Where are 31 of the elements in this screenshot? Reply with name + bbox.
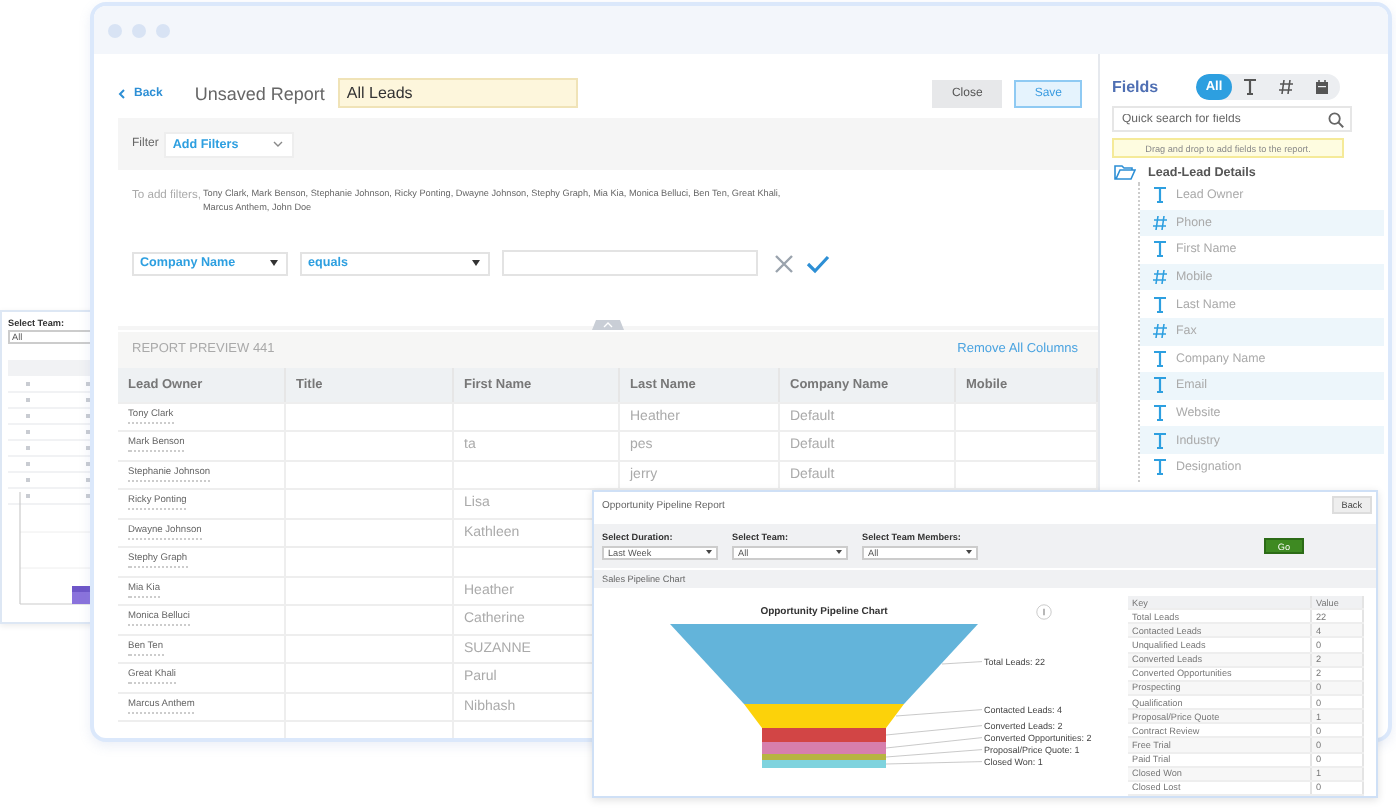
leader-line bbox=[941, 661, 983, 665]
folder-icon[interactable] bbox=[1114, 164, 1136, 180]
chevron-left-icon[interactable] bbox=[118, 87, 126, 99]
hash-icon bbox=[1278, 77, 1294, 95]
hash-icon bbox=[1152, 213, 1168, 232]
report-name-field[interactable]: All Leads bbox=[338, 78, 579, 108]
text-type-icon bbox=[1242, 77, 1258, 95]
text-type-icon bbox=[1152, 376, 1168, 395]
caret-icon bbox=[836, 550, 842, 555]
text-type-icon bbox=[1152, 431, 1168, 450]
leader-line bbox=[895, 709, 983, 717]
hash-icon bbox=[1152, 322, 1168, 341]
hash-icon bbox=[1152, 268, 1168, 287]
text-type-icon bbox=[1152, 240, 1168, 259]
caret-icon bbox=[706, 550, 712, 555]
text-type-icon bbox=[1152, 186, 1168, 205]
caret-icon bbox=[966, 550, 972, 555]
leader-line bbox=[885, 761, 983, 765]
value-field[interactable] bbox=[502, 250, 758, 276]
fields-title: Fields bbox=[1112, 77, 1159, 95]
text-type-icon bbox=[1152, 295, 1168, 314]
close-icon[interactable] bbox=[774, 253, 794, 273]
text-type-icon bbox=[1152, 404, 1168, 423]
text-type-icon bbox=[1152, 458, 1168, 477]
resize-handle-icon[interactable] bbox=[588, 320, 628, 330]
caret-icon bbox=[472, 260, 480, 266]
caret-icon bbox=[270, 260, 278, 266]
report-title: Unsaved Report bbox=[194, 83, 325, 103]
caret-icon bbox=[272, 140, 285, 148]
checkmark-icon[interactable] bbox=[806, 253, 830, 273]
text-type-icon bbox=[1152, 349, 1168, 368]
